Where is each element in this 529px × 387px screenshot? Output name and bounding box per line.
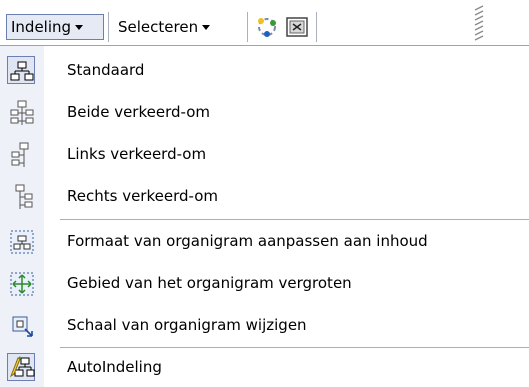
- toolbar-separator: [247, 12, 248, 42]
- menu-separator: [60, 347, 529, 348]
- select-menu-button[interactable]: Selecteren: [114, 14, 244, 40]
- menu-item-label: Schaal van organigram wijzigen: [67, 316, 307, 334]
- menu-item-label: Standaard: [67, 61, 145, 79]
- chevron-down-icon: [202, 24, 211, 30]
- layout-menu-button[interactable]: Indeling: [6, 14, 104, 40]
- left-hanging-icon: [11, 142, 29, 167]
- menu-item-label: Links verkeerd-om: [67, 145, 207, 163]
- autoformat-icon[interactable]: [255, 15, 279, 39]
- menu-item-fit-to-contents[interactable]: Formaat van organigram aanpassen aan inh…: [0, 223, 529, 261]
- menu-separator: [60, 219, 529, 220]
- autolayout-icon: [9, 356, 35, 378]
- select-menu-label: Selecteren: [118, 18, 199, 36]
- menu-item-autolayout[interactable]: AutoIndeling: [0, 349, 529, 387]
- scale-organization-chart-icon: [12, 316, 33, 337]
- menu-item-label: AutoIndeling: [67, 358, 162, 376]
- organization-chart-toolbar: Indeling Selecteren: [0, 0, 529, 44]
- menu-item-label: Beide verkeerd-om: [67, 103, 210, 121]
- standard-layout-icon: [10, 61, 34, 81]
- fit-text-icon[interactable]: [285, 15, 309, 39]
- toolbar-separator: [108, 12, 109, 42]
- menu-item-right-hanging[interactable]: Rechts verkeerd-om: [0, 178, 529, 216]
- menu-item-left-hanging[interactable]: Links verkeerd-om: [0, 136, 529, 174]
- menu-item-both-hanging[interactable]: Beide verkeerd-om: [0, 94, 529, 132]
- layout-dropdown-menu: Standaard Beide verkeerd-om Links verkee…: [0, 46, 529, 387]
- expand-organization-chart-icon: [10, 272, 34, 296]
- menu-item-label: Gebied van het organigram vergroten: [67, 274, 352, 292]
- menu-item-label: Formaat van organigram aanpassen aan inh…: [67, 232, 428, 250]
- menu-item-scale-chart[interactable]: Schaal van organigram wijzigen: [0, 307, 529, 345]
- chevron-down-icon: [75, 24, 84, 30]
- menu-item-expand-chart[interactable]: Gebied van het organigram vergroten: [0, 265, 529, 303]
- right-hanging-icon: [15, 184, 33, 209]
- toolbar-grip-icon[interactable]: [470, 4, 490, 42]
- menu-item-standard[interactable]: Standaard: [0, 52, 529, 90]
- menu-item-label: Rechts verkeerd-om: [67, 187, 218, 205]
- fit-to-contents-icon: [10, 230, 34, 254]
- toolbar-separator: [316, 12, 317, 42]
- layout-menu-label: Indeling: [11, 18, 72, 36]
- both-hanging-icon: [10, 100, 34, 125]
